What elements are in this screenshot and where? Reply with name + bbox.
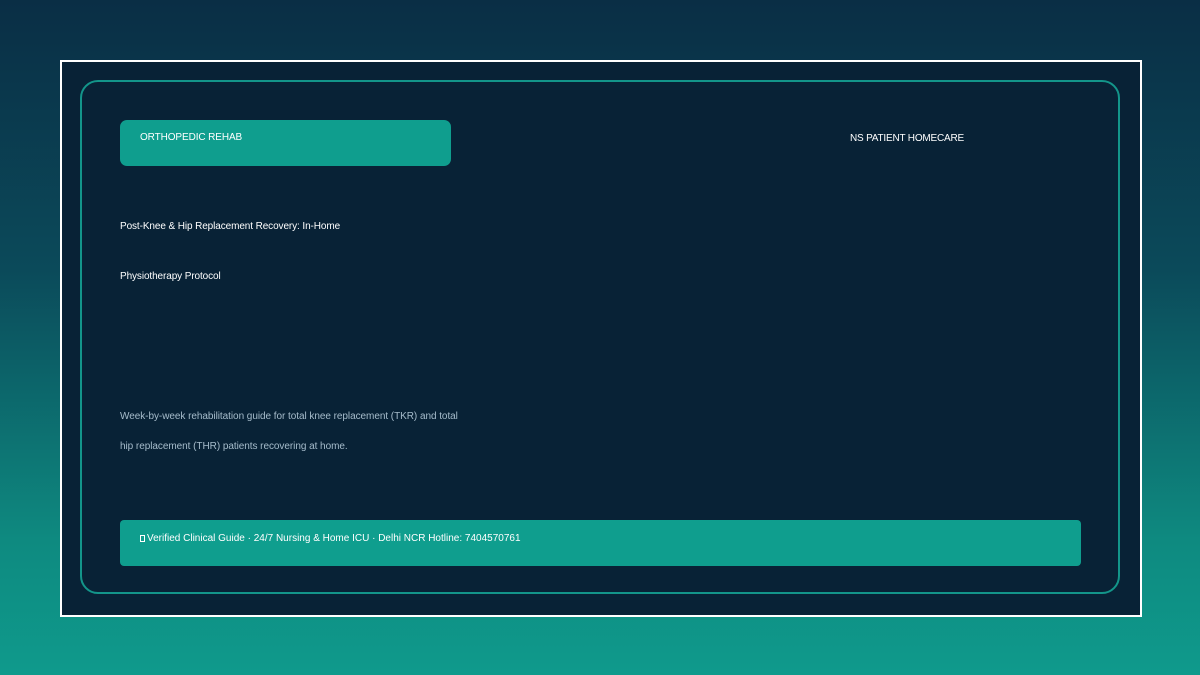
brand-name: NS PATIENT HOMECARE: [850, 133, 964, 144]
category-tag: ORTHOPEDIC REHAB: [120, 120, 451, 166]
guide-card: ORTHOPEDIC REHAB NS PATIENT HOMECARE Pos…: [80, 80, 1120, 594]
guide-title-line-2: Physiotherapy Protocol: [120, 271, 221, 282]
outer-frame: ORTHOPEDIC REHAB NS PATIENT HOMECARE Pos…: [60, 60, 1142, 617]
verified-check-icon: [140, 535, 145, 542]
guide-title-line-1: Post-Knee & Hip Replacement Recovery: In…: [120, 221, 341, 232]
guide-description-line-1: Week-by-week rehabilitation guide for to…: [120, 411, 458, 422]
footer-info-text: Verified Clinical Guide · 24/7 Nursing &…: [147, 533, 521, 544]
category-tag-label: ORTHOPEDIC REHAB: [140, 132, 243, 143]
guide-description-line-2: hip replacement (THR) patients recoverin…: [120, 441, 348, 452]
footer-info-bar: Verified Clinical Guide · 24/7 Nursing &…: [120, 520, 1081, 566]
